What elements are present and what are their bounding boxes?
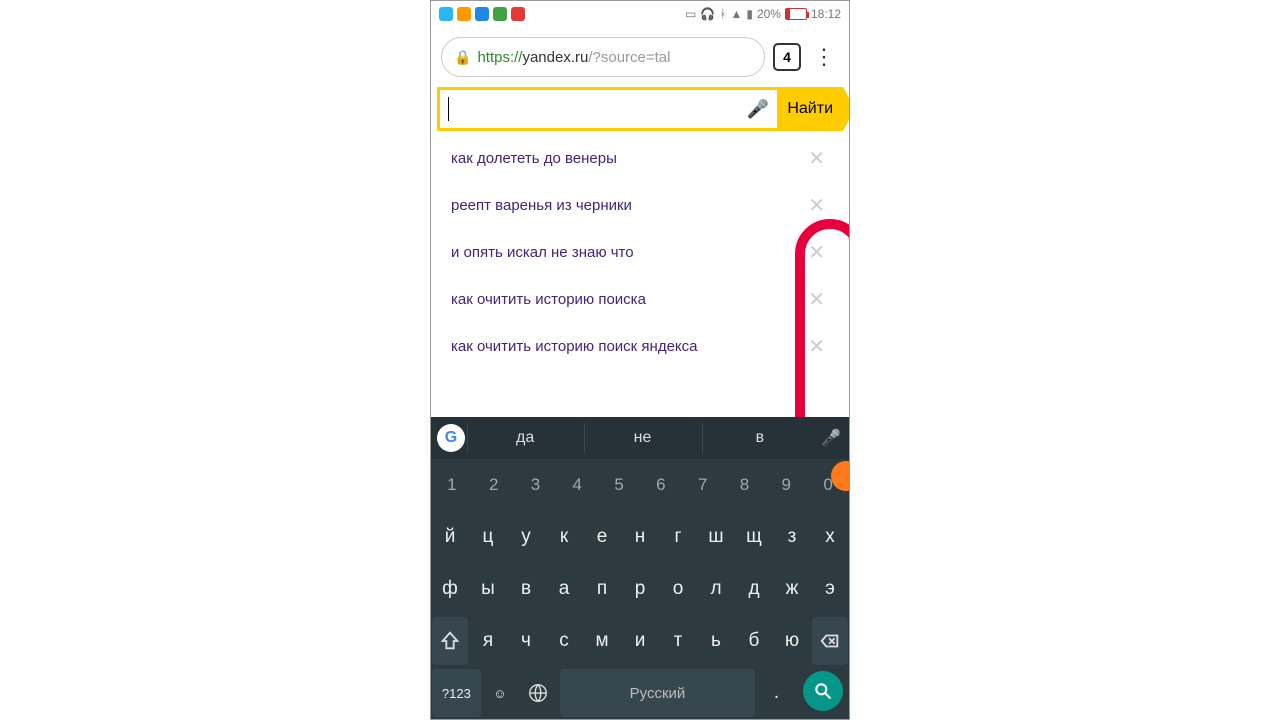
key[interactable]: ч	[508, 617, 544, 665]
suggestions-list: как долететь до венеры ✕ реепт варенья и…	[437, 131, 843, 374]
notif-icon-1	[439, 7, 453, 21]
key[interactable]: 3	[516, 461, 556, 509]
remove-suggestion-icon[interactable]: ✕	[804, 193, 829, 218]
key[interactable]: 5	[599, 461, 639, 509]
key[interactable]: ы	[470, 565, 506, 613]
suggestion-item[interactable]: реепт варенья из черники ✕	[437, 182, 843, 229]
kbd-suggestion[interactable]: не	[584, 423, 699, 452]
key[interactable]: 4	[557, 461, 597, 509]
google-logo-icon[interactable]: G	[437, 424, 465, 452]
key[interactable]: п	[584, 565, 620, 613]
search-button[interactable]: Найти	[777, 87, 843, 131]
key[interactable]: 8	[725, 461, 765, 509]
remove-suggestion-icon[interactable]: ✕	[804, 240, 829, 265]
key[interactable]: а	[546, 565, 582, 613]
key[interactable]: 6	[641, 461, 681, 509]
key[interactable]: л	[698, 565, 734, 613]
symbols-key[interactable]: ?123	[432, 669, 481, 717]
menu-button[interactable]: ⋮	[809, 44, 839, 70]
suggestion-item[interactable]: как долететь до венеры ✕	[437, 135, 843, 182]
key[interactable]: ц	[470, 513, 506, 561]
battery-pct: 20%	[757, 7, 781, 21]
kbd-suggestion[interactable]: в	[702, 423, 817, 452]
keyboard-suggestion-row: G да не в 🎤	[431, 417, 849, 459]
remove-suggestion-icon[interactable]: ✕	[804, 334, 829, 359]
key[interactable]: 9	[766, 461, 806, 509]
tabs-button[interactable]: 4	[773, 43, 801, 71]
key[interactable]: э	[812, 565, 848, 613]
kbd-row-3: я ч с м и т ь б ю	[431, 615, 849, 667]
notif-icon-2	[457, 7, 471, 21]
key[interactable]: т	[660, 617, 696, 665]
key[interactable]: г	[660, 513, 696, 561]
mic-icon[interactable]: 🎤	[747, 99, 769, 120]
emoji-key[interactable]: ☺	[483, 669, 517, 717]
key[interactable]: и	[622, 617, 658, 665]
key[interactable]: м	[584, 617, 620, 665]
key[interactable]: р	[622, 565, 658, 613]
suggestion-item[interactable]: и опять искал не знаю что ✕	[437, 229, 843, 276]
key[interactable]: с	[546, 617, 582, 665]
key[interactable]: у	[508, 513, 544, 561]
kbd-row-bottom: ?123 ☺ Русский .	[431, 667, 849, 719]
kbd-row-1: й ц у к е н г ш щ з х	[431, 511, 849, 563]
search-input[interactable]: 🎤	[437, 87, 777, 131]
url-text: https://yandex.ru/?source=tal	[477, 49, 670, 66]
keyboard: G да не в 🎤 1 2 3 4 5 6 7 8 9 0 й ц у к …	[431, 417, 849, 719]
phone-frame: ▭ 🎧 ᚼ ▲ ▮ 20% 18:12 🔒 https://yandex.ru/…	[430, 0, 850, 720]
key[interactable]: ш	[698, 513, 734, 561]
url-bar[interactable]: 🔒 https://yandex.ru/?source=tal	[441, 37, 765, 77]
signal-icon: ▮	[746, 7, 753, 21]
notif-icon-3	[475, 7, 489, 21]
key[interactable]: х	[812, 513, 848, 561]
vibrate-icon: ▭	[685, 7, 696, 21]
remove-suggestion-icon[interactable]: ✕	[804, 287, 829, 312]
status-bar: ▭ 🎧 ᚼ ▲ ▮ 20% 18:12	[431, 1, 849, 27]
key[interactable]: з	[774, 513, 810, 561]
text-cursor	[448, 97, 449, 121]
key[interactable]: ж	[774, 565, 810, 613]
kbd-suggestion[interactable]: да	[467, 423, 582, 452]
dot-key[interactable]: .	[757, 669, 796, 717]
kbd-row-2: ф ы в а п р о л д ж э	[431, 563, 849, 615]
key[interactable]: е	[584, 513, 620, 561]
key[interactable]: б	[736, 617, 772, 665]
key[interactable]: о	[660, 565, 696, 613]
key[interactable]: д	[736, 565, 772, 613]
search-key[interactable]	[803, 671, 843, 711]
clock: 18:12	[811, 7, 841, 21]
backspace-key[interactable]	[812, 617, 848, 665]
key[interactable]: 7	[683, 461, 723, 509]
key[interactable]: ф	[432, 565, 468, 613]
search-area: 🎤 Найти как долететь до венеры ✕ реепт в…	[431, 83, 849, 374]
key[interactable]: щ	[736, 513, 772, 561]
key[interactable]: й	[432, 513, 468, 561]
key[interactable]: я	[470, 617, 506, 665]
status-left-icons	[439, 7, 525, 21]
lock-icon: 🔒	[454, 49, 471, 66]
key[interactable]: в	[508, 565, 544, 613]
suggestion-item[interactable]: как очитить историю поиска ✕	[437, 276, 843, 323]
suggestion-item[interactable]: как очитить историю поиск яндекса ✕	[437, 323, 843, 370]
space-key[interactable]: Русский	[560, 669, 755, 717]
notif-icon-5	[511, 7, 525, 21]
key[interactable]: 2	[474, 461, 514, 509]
headphones-icon: 🎧	[700, 7, 715, 21]
bluetooth-icon: ᚼ	[719, 7, 726, 21]
battery-icon	[785, 8, 807, 20]
wifi-icon: ▲	[730, 7, 742, 21]
browser-toolbar: 🔒 https://yandex.ru/?source=tal 4 ⋮	[431, 27, 849, 83]
remove-suggestion-icon[interactable]: ✕	[804, 146, 829, 171]
key[interactable]: н	[622, 513, 658, 561]
shift-key[interactable]	[432, 617, 468, 665]
key[interactable]: к	[546, 513, 582, 561]
key[interactable]: ю	[774, 617, 810, 665]
kbd-mic-icon[interactable]: 🎤	[819, 428, 843, 448]
notif-icon-4	[493, 7, 507, 21]
key[interactable]: 1	[432, 461, 472, 509]
language-key[interactable]	[519, 669, 558, 717]
kbd-row-numbers: 1 2 3 4 5 6 7 8 9 0	[431, 459, 849, 511]
key[interactable]: ь	[698, 617, 734, 665]
